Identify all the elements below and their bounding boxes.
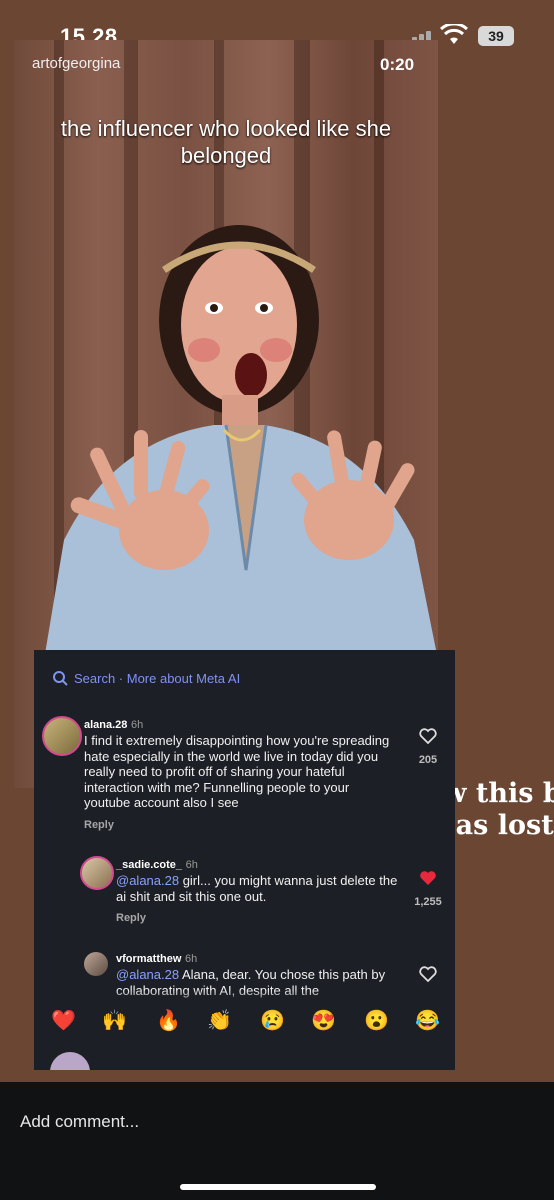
emoji-heart-eyes[interactable]: 😍 [311, 1008, 336, 1033]
meta-ai-search-link[interactable]: Search · More about Meta AI [52, 670, 240, 686]
emoji-red-heart[interactable]: ❤️ [51, 1008, 76, 1033]
reply-button[interactable]: Reply [84, 817, 394, 833]
avatar[interactable] [42, 716, 82, 756]
emoji-surprised[interactable]: 😮 [364, 1008, 389, 1033]
comments-panel: Search · More about Meta AI alana.28 6h … [34, 650, 455, 1070]
wifi-icon [440, 24, 468, 44]
emoji-fire[interactable]: 🔥 [156, 1008, 181, 1033]
emoji-laughing[interactable]: 😂 [415, 1008, 440, 1033]
comment-time: 6h [131, 719, 144, 731]
like-count: 205 [418, 754, 438, 766]
video-timestamp: 0:20 [380, 55, 415, 74]
avatar [50, 1052, 90, 1070]
video-caption: the influencer who looked like she belon… [60, 116, 392, 168]
reply-button[interactable]: Reply [116, 910, 406, 926]
comment-item: alana.28 6h I find it extremely disappoi… [84, 716, 394, 833]
add-comment-input[interactable]: Add comment... [20, 1112, 139, 1132]
comment-time: 6h [185, 953, 198, 965]
comment-mention[interactable]: @alana.28 [116, 967, 179, 982]
comment-username[interactable]: vformatthew [116, 953, 181, 965]
video-person-image [44, 225, 438, 660]
emoji-raised-hands[interactable]: 🙌 [102, 1008, 127, 1033]
comment-username[interactable]: alana.28 [84, 719, 127, 731]
avatar[interactable] [84, 952, 108, 976]
heart-outline-icon[interactable] [419, 966, 437, 982]
bottom-comment-bar: Add comment... [0, 1082, 554, 1200]
avatar[interactable] [80, 856, 114, 890]
search-icon [53, 671, 68, 686]
emoji-clapping[interactable]: 👏 [207, 1008, 232, 1033]
emoji-crying[interactable]: 😢 [260, 1008, 285, 1033]
comment-time: 6h [185, 859, 198, 871]
comment-item: _sadie.cote_ 6h @alana.28 girl... you mi… [116, 856, 406, 926]
battery-icon: 39 [478, 26, 514, 46]
search-label: Search · More about Meta AI [74, 671, 241, 686]
home-indicator [180, 1184, 376, 1190]
heart-filled-icon[interactable] [419, 870, 437, 886]
emoji-reaction-row: ❤️ 🙌 🔥 👏 😢 😍 😮 😂 [34, 1008, 455, 1038]
comment-mention[interactable]: @alana.28 [116, 873, 179, 888]
video-username[interactable]: artofgeorgina [32, 55, 120, 72]
like-count: 1,255 [414, 896, 442, 908]
heart-outline-icon[interactable] [419, 728, 437, 744]
comment-username[interactable]: _sadie.cote_ [116, 859, 182, 871]
comment-text: I find it extremely disappointing how yo… [84, 733, 390, 810]
